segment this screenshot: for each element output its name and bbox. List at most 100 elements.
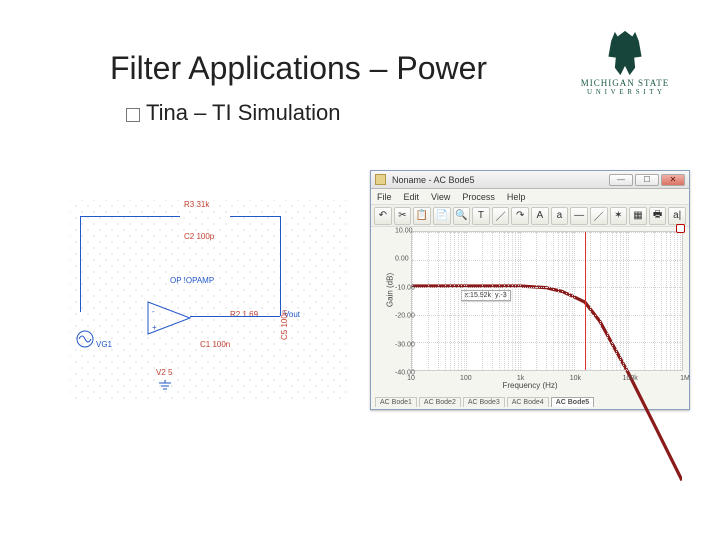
toolbar: ↶ ✂ 📋 📄 🔍 T ／ ↷ A a — ／ ✶ ▦ 🖶 a| (371, 205, 689, 227)
tool-text-icon[interactable]: T (472, 207, 490, 225)
gridline-v (626, 232, 627, 370)
gridline-h (412, 342, 682, 343)
gridline-v (677, 232, 678, 370)
gridline-v (670, 232, 671, 370)
tool-line-icon[interactable]: ／ (492, 207, 510, 225)
tool-dline-icon[interactable]: ／ (590, 207, 608, 225)
bullet-square-icon (126, 108, 140, 122)
source-icon (76, 330, 94, 348)
tool-cut-icon[interactable]: ✂ (394, 207, 412, 225)
gridline-v (512, 232, 513, 370)
y-tick: -30.00 (395, 341, 415, 348)
label-c5: C5 100n (280, 310, 289, 340)
tab-bode4[interactable]: AC Bode4 (507, 397, 549, 407)
gridline-v (499, 232, 500, 370)
tool-grid-icon[interactable]: ▦ (629, 207, 647, 225)
gridline-v (520, 232, 521, 370)
gridline-v (562, 232, 563, 370)
gridline-v (644, 232, 645, 370)
tool-zoom-icon[interactable]: 🔍 (453, 207, 471, 225)
tab-bode2[interactable]: AC Bode2 (419, 397, 461, 407)
label-c2: C2 100p (184, 232, 214, 241)
gridline-v (553, 232, 554, 370)
gridline-v (515, 232, 516, 370)
gridline-v (558, 232, 559, 370)
label-c1: C1 100n (200, 340, 230, 349)
menu-edit[interactable]: Edit (404, 192, 420, 202)
menu-view[interactable]: View (431, 192, 450, 202)
gridline-v (620, 232, 621, 370)
cursor-line[interactable] (585, 232, 586, 370)
gridline-v (600, 232, 601, 370)
circuit-schematic: R3 31k C2 100p OP !OPAMP R2 1.69 Vout C1… (70, 200, 350, 400)
close-button[interactable]: ✕ (661, 174, 685, 186)
gridline-h (412, 232, 682, 233)
menu-help[interactable]: Help (507, 192, 526, 202)
tool-cursor-a-icon[interactable]: A (531, 207, 549, 225)
y-tick: 0.00 (395, 256, 409, 263)
gridline-v (612, 232, 613, 370)
maximize-button[interactable]: ☐ (635, 174, 659, 186)
gridline-h (412, 315, 682, 316)
tab-bode1[interactable]: AC Bode1 (375, 397, 417, 407)
y-axis-label: Gain (dB) (386, 273, 395, 307)
ground-icon (158, 380, 172, 390)
gridline-v (461, 232, 462, 370)
gridline-v (680, 232, 681, 370)
slide-subtitle: Tina – TI Simulation (126, 100, 340, 126)
menu-process[interactable]: Process (462, 192, 495, 202)
plot-area[interactable]: x:15.92k y:-3 (411, 231, 683, 371)
gridline-v (412, 232, 413, 370)
spartan-helmet-icon (602, 30, 648, 76)
gridline-v (546, 232, 547, 370)
bode-titlebar[interactable]: Noname - AC Bode5 — ☐ ✕ (371, 171, 689, 189)
bode-window: Noname - AC Bode5 — ☐ ✕ File Edit View P… (370, 170, 690, 410)
tool-print-icon[interactable]: 🖶 (649, 207, 667, 225)
gridline-v (518, 232, 519, 370)
gridline-v (464, 232, 465, 370)
gridline-v (482, 232, 483, 370)
gridline-v (666, 232, 667, 370)
tool-hline-icon[interactable]: — (570, 207, 588, 225)
label-r3: R3 31k (184, 200, 209, 209)
x-tick: 100 (460, 375, 472, 382)
svg-text:-: - (152, 307, 155, 316)
label-opamp: OP !OPAMP (170, 276, 214, 285)
gridline-v (566, 232, 567, 370)
gridline-v (661, 232, 662, 370)
gridline-v (445, 232, 446, 370)
x-tick: 10 (407, 375, 415, 382)
gridline-v (450, 232, 451, 370)
bode-curve (412, 232, 682, 502)
gridline-v (607, 232, 608, 370)
x-tick: 1M (680, 375, 690, 382)
label-vg1: VG1 (96, 340, 112, 349)
x-tick: 10k (570, 375, 581, 382)
x-tick: 1k (517, 375, 524, 382)
x-tick: 100k (623, 375, 638, 382)
tool-legend-icon[interactable]: a| (668, 207, 686, 225)
tool-cursor-b-icon[interactable]: a (551, 207, 569, 225)
svg-text:+: + (152, 323, 157, 332)
tool-paste-icon[interactable]: 📄 (433, 207, 451, 225)
slide-title: Filter Applications – Power (110, 50, 487, 87)
tool-marker-icon[interactable]: ✶ (610, 207, 628, 225)
menubar: File Edit View Process Help (371, 189, 689, 205)
tool-copy-icon[interactable]: 📋 (413, 207, 431, 225)
tool-undo-icon[interactable]: ↶ (374, 207, 392, 225)
gridline-v (574, 232, 575, 370)
gridline-v (458, 232, 459, 370)
gridline-v (628, 232, 629, 370)
gridline-h (412, 287, 682, 288)
minimize-button[interactable]: — (609, 174, 633, 186)
plot-tabs: AC Bode1 AC Bode2 AC Bode3 AC Bode4 AC B… (375, 397, 685, 407)
logo-text-2: U N I V E R S I T Y (560, 88, 690, 96)
label-v2: V2 5 (156, 368, 172, 377)
menu-file[interactable]: File (377, 192, 392, 202)
gridline-v (466, 232, 467, 370)
tab-bode5[interactable]: AC Bode5 (551, 397, 594, 407)
tool-redo-icon[interactable]: ↷ (511, 207, 529, 225)
cursor-handle-icon[interactable] (676, 224, 685, 233)
tooltip-x-val: 15.92k (470, 292, 491, 299)
tab-bode3[interactable]: AC Bode3 (463, 397, 505, 407)
